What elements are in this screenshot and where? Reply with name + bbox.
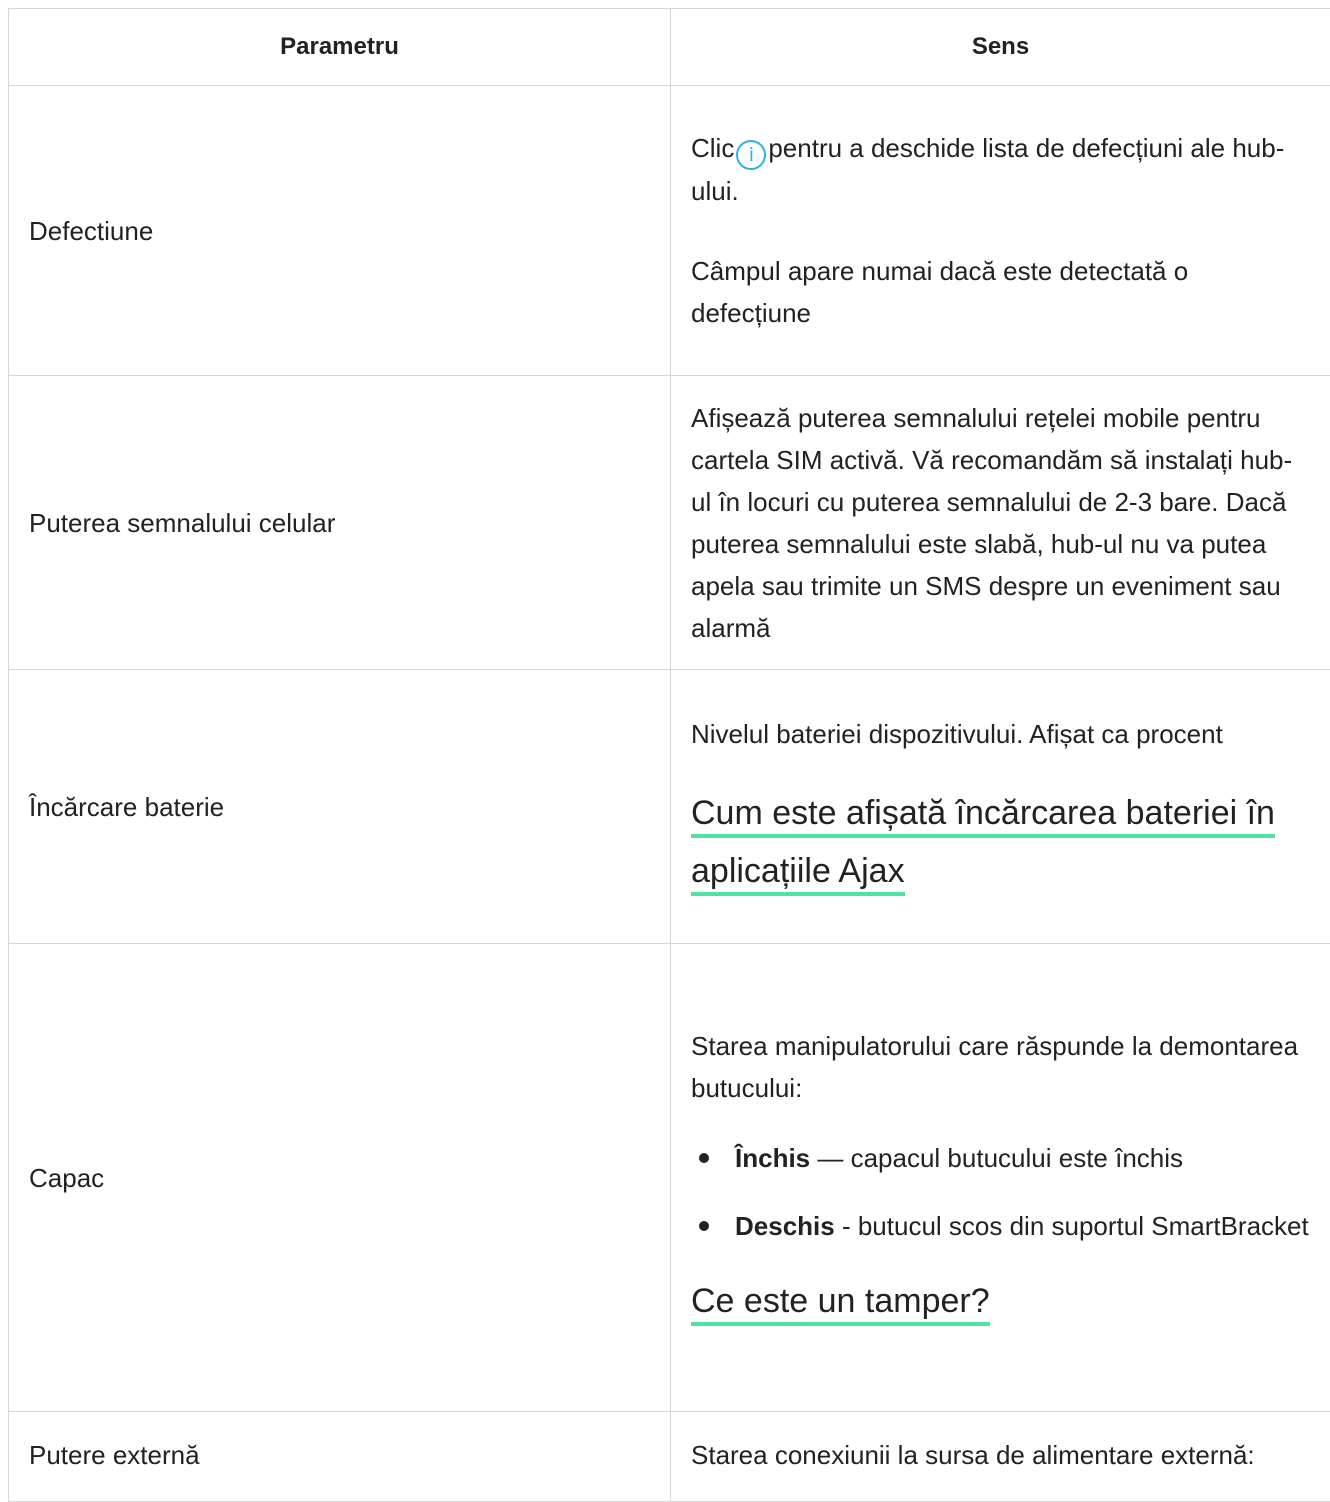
value-text: Starea conexiunii la sursa de alimentare… [691,1434,1310,1476]
state-name: Închis [735,1143,810,1173]
param-cell: Puterea semnalului celular [9,376,671,670]
table-row: Putere externă Starea conexiunii la surs… [9,1412,1330,1502]
value-prefix: Clic [691,133,734,163]
value-text: Starea manipulatorului care răspunde la … [691,1025,1310,1109]
tamper-link[interactable]: Ce este un tamper? [691,1282,990,1326]
value-cell: Nivelul bateriei dispozitivului. Afișat … [671,670,1330,944]
value-text: Nivelul bateriei dispozitivului. Afișat … [691,713,1310,755]
state-description: - butucul scos din suportul SmartBracket [835,1211,1309,1241]
list-item: Închis — capacul butucului este închis [735,1137,1310,1179]
param-cell: Capac [9,944,671,1412]
link-wrapper: Cum este afișată încărcarea bateriei în … [691,785,1310,901]
table-row: Defectiune Clicipentru a deschide lista … [9,86,1330,376]
state-name: Deschis [735,1211,835,1241]
value-cell: Clicipentru a deschide lista de defecțiu… [671,86,1330,376]
value-cell: Starea conexiunii la sursa de alimentare… [671,1412,1330,1502]
value-suffix: pentru a deschide lista de defecțiuni al… [691,133,1284,207]
value-cell: Starea manipulatorului care răspunde la … [671,944,1330,1412]
table-row: Încărcare baterie Nivelul bateriei dispo… [9,670,1330,944]
list-item: Deschis - butucul scos din suportul Smar… [735,1205,1310,1247]
param-cell: Defectiune [9,86,671,376]
table-row: Puterea semnalului celular Afișează pute… [9,376,1330,670]
value-text: Afișează puterea semnalului rețelei mobi… [691,397,1310,649]
info-icon[interactable]: i [736,140,766,170]
state-description: — capacul butucului este închis [810,1143,1183,1173]
param-cell: Încărcare baterie [9,670,671,944]
param-cell: Putere externă [9,1412,671,1502]
state-list: Închis — capacul butucului este închis D… [691,1137,1310,1247]
parameters-table: Parametru Sens Defectiune Clicipentru a … [8,8,1330,1502]
column-header-meaning: Sens [671,9,1330,86]
battery-display-link[interactable]: Cum este afișată încărcarea bateriei în … [691,794,1275,896]
link-wrapper: Ce este un tamper? [691,1273,1310,1331]
value-note: Câmpul apare numai dacă este detectată o… [691,250,1310,334]
table-header-row: Parametru Sens [9,9,1330,86]
column-header-parameter: Parametru [9,9,671,86]
value-text: Clicipentru a deschide lista de defecțiu… [691,127,1310,213]
value-cell: Afișează puterea semnalului rețelei mobi… [671,376,1330,670]
table-row: Capac Starea manipulatorului care răspun… [9,944,1330,1412]
